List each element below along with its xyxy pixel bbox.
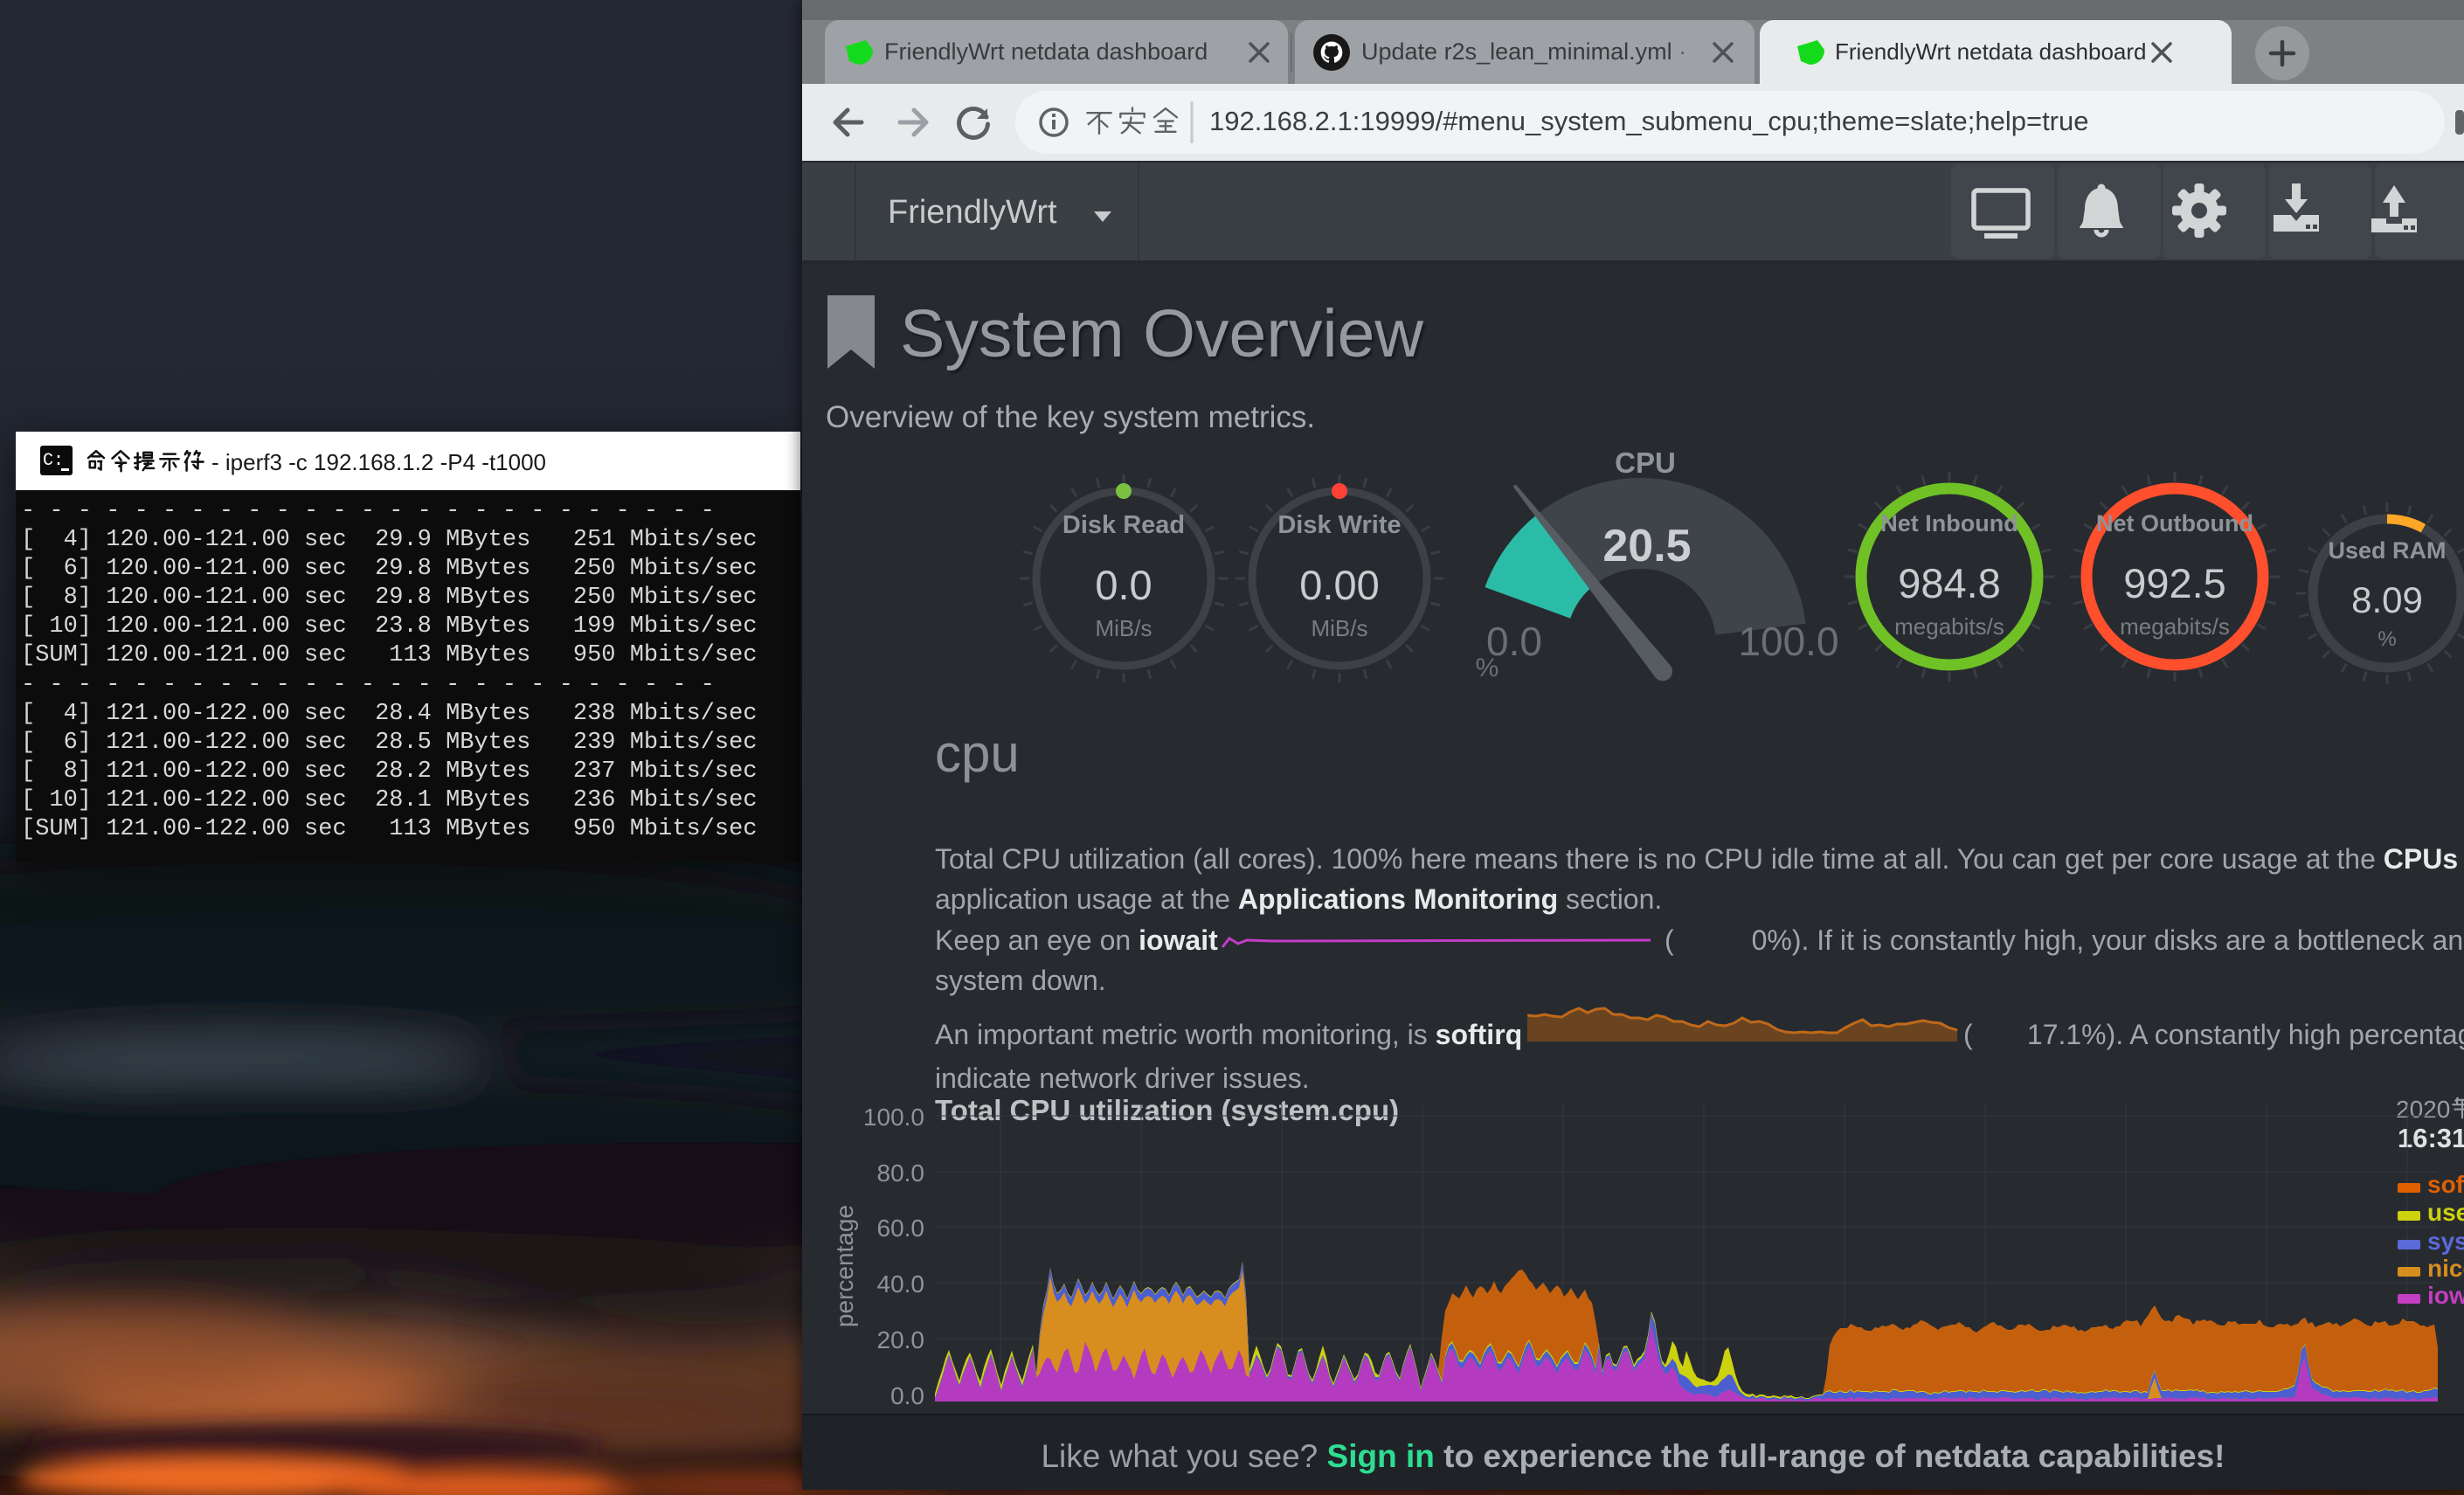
- svg-text:Used RAM: Used RAM: [2328, 537, 2446, 564]
- svg-text:Disk Write: Disk Write: [1277, 511, 1401, 539]
- svg-text:- iperf3 -c 192.168.1.2 -P4 -: - iperf3 -c 192.168.1.2 -P4 -t1000: [211, 449, 546, 475]
- svg-text:MiB/s: MiB/s: [1312, 615, 1368, 641]
- svg-text:%: %: [2377, 627, 2396, 651]
- svg-text:CPU: CPU: [1615, 446, 1676, 479]
- svg-text:Net Inbound: Net Inbound: [1880, 510, 2018, 536]
- svg-text:8.09: 8.09: [2351, 579, 2423, 620]
- svg-text:20.5: 20.5: [1602, 521, 1691, 571]
- svg-text:Net Outbound: Net Outbound: [2096, 510, 2253, 536]
- svg-text:992.5: 992.5: [2123, 560, 2226, 606]
- svg-text:C:: C:: [43, 451, 64, 471]
- svg-text:0.00: 0.00: [1299, 562, 1379, 608]
- svg-text:MiB/s: MiB/s: [1096, 615, 1152, 641]
- svg-text:%: %: [1476, 654, 1499, 682]
- svg-text:984.8: 984.8: [1898, 560, 2001, 606]
- svg-text:Disk Read: Disk Read: [1062, 511, 1185, 539]
- svg-text:100.0: 100.0: [1738, 619, 1838, 664]
- svg-text:0.0: 0.0: [1095, 562, 1152, 608]
- svg-text:megabits/s: megabits/s: [1894, 613, 2004, 640]
- svg-text:megabits/s: megabits/s: [2120, 613, 2230, 640]
